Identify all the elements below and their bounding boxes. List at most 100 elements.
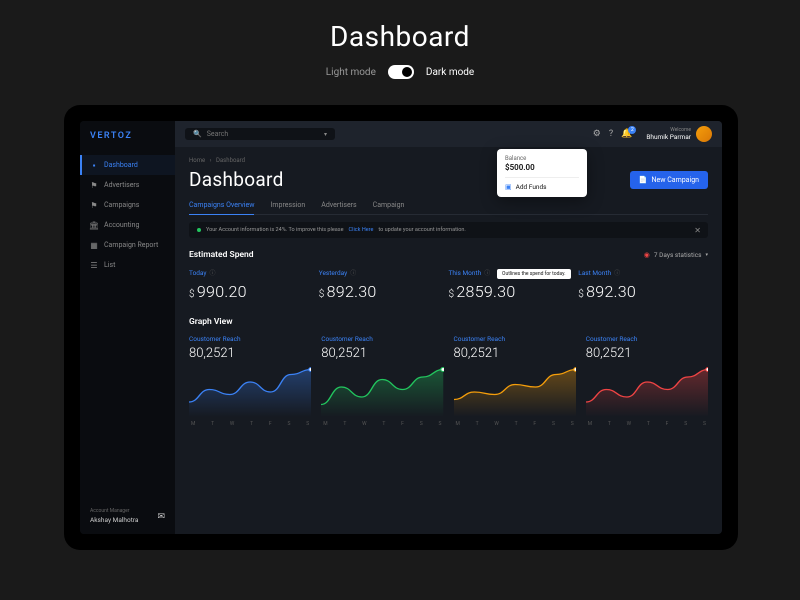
sparkline-chart — [321, 367, 443, 417]
day-label: M — [323, 421, 327, 427]
day-label: T — [476, 421, 479, 427]
page-title: Dashboard — [189, 168, 284, 191]
day-label: F — [269, 421, 272, 427]
sidebar-item-campaigns[interactable]: ⚑Campaigns — [80, 195, 175, 215]
user-menu[interactable]: Welcome Bhumik Parmar — [646, 126, 712, 142]
close-icon[interactable]: ✕ — [694, 226, 701, 235]
breadcrumb-home[interactable]: Home — [189, 157, 205, 164]
sidebar-item-accounting[interactable]: 🏛Accounting — [80, 215, 175, 235]
light-mode-label: Light mode — [326, 67, 376, 78]
banner-text-post: to update your account information. — [378, 227, 465, 233]
graph-column: Coustomer Reach80,2521MTWTFSS — [586, 335, 708, 427]
breadcrumb: Home › Dashboard — [189, 157, 708, 164]
sidebar-item-label: Campaigns — [104, 201, 139, 209]
tab-campaigns-overview[interactable]: Campaigns Overview — [189, 201, 254, 215]
sidebar-item-advertisers[interactable]: ⚑Advertisers — [80, 175, 175, 195]
search-input[interactable] — [207, 130, 319, 138]
tab-impression[interactable]: Impression — [270, 201, 305, 214]
day-label: W — [494, 421, 498, 427]
day-label: M — [191, 421, 195, 427]
spend-title: Estimated Spend — [189, 250, 254, 260]
sidebar-item-dashboard[interactable]: ▪ Dashboard — [80, 155, 175, 175]
avatar — [696, 126, 712, 142]
day-label: F — [401, 421, 404, 427]
day-label: W — [230, 421, 234, 427]
account-manager-name: Akshay Malhotra — [90, 516, 165, 524]
day-label: W — [362, 421, 366, 427]
graph-value: 80,2521 — [586, 346, 708, 361]
sidebar-item-label: Advertisers — [104, 181, 139, 189]
spend-column: Today ⓘ$990.20 — [189, 268, 319, 301]
day-label: T — [608, 421, 611, 427]
info-icon[interactable]: ⓘ — [614, 268, 620, 277]
day-label: S — [420, 421, 423, 427]
day-label: T — [343, 421, 346, 427]
dark-mode-label: Dark mode — [426, 67, 474, 78]
main-area: 🔍 ▾ ⚙ ? 🔔2 Welcome Bhumik Parmar Balance… — [175, 121, 722, 534]
day-label: S — [306, 421, 309, 427]
search-bar[interactable]: 🔍 ▾ — [185, 128, 335, 140]
plus-file-icon: 📄 — [639, 176, 648, 184]
graph-value: 80,2521 — [189, 346, 311, 361]
info-icon[interactable]: ⓘ — [350, 268, 356, 277]
spend-amount: $2859.30 — [449, 282, 579, 301]
graph-column: Coustomer Reach80,2521MTWTFSS — [454, 335, 576, 427]
help-icon[interactable]: ? — [609, 129, 613, 139]
spend-grid: Today ⓘ$990.20Yesterday ⓘ$892.30This Mon… — [189, 268, 708, 301]
graph-column: Coustomer Reach80,2521MTWTFSS — [189, 335, 311, 427]
info-banner: Your Account information is 24%. To impr… — [189, 222, 708, 238]
theme-toggle-row: Light mode Dark mode — [0, 65, 800, 79]
stats-range-label: 7 Days statistics — [654, 251, 702, 259]
graph-value: 80,2521 — [454, 346, 576, 361]
spend-amount: $892.30 — [319, 282, 449, 301]
notification-badge: 2 — [628, 126, 636, 134]
info-icon[interactable]: ⓘ — [210, 268, 216, 277]
chevron-right-icon: › — [210, 157, 212, 164]
day-label: T — [647, 421, 650, 427]
chevron-down-icon: ▾ — [324, 131, 327, 138]
nav-icon: ▪ — [90, 161, 98, 169]
spend-amount: $892.30 — [578, 282, 708, 301]
day-label: W — [627, 421, 631, 427]
nav-icon: ▦ — [90, 241, 98, 249]
status-dot-icon — [197, 228, 201, 232]
banner-link[interactable]: Click Here — [349, 227, 374, 233]
day-label: S — [552, 421, 555, 427]
day-label: T — [515, 421, 518, 427]
balance-amount: $500.00 — [505, 163, 579, 172]
sidebar-item-campaign-report[interactable]: ▦ Campaign Report — [80, 235, 175, 255]
page-heading: Dashboard — [0, 0, 800, 53]
graph-grid: Coustomer Reach80,2521MTWTFSSCoustomer R… — [189, 335, 708, 427]
sparkline-chart — [189, 367, 311, 417]
spend-period-label: Today ⓘ — [189, 268, 319, 277]
mail-icon[interactable]: ✉ — [157, 512, 165, 522]
day-label: S — [684, 421, 687, 427]
search-icon: 🔍 — [193, 130, 202, 138]
plus-card-icon: ▣ — [505, 183, 512, 191]
topbar: 🔍 ▾ ⚙ ? 🔔2 Welcome Bhumik Parmar — [175, 121, 722, 147]
days-axis: MTWTFSS — [321, 421, 443, 427]
sidebar-nav: ▪ Dashboard ⚑Advertisers⚑Campaigns🏛Account… — [80, 155, 175, 498]
tab-campaign[interactable]: Campaign — [373, 201, 405, 214]
day-label: S — [703, 421, 706, 427]
gear-icon[interactable]: ⚙ — [593, 129, 601, 139]
theme-toggle[interactable] — [388, 65, 414, 79]
add-funds-button[interactable]: ▣ Add Funds — [505, 183, 579, 191]
app-window: VERTOZ ▪ Dashboard ⚑Advertisers⚑Campaigns🏛… — [80, 121, 722, 534]
account-manager-label: Account Manager — [90, 508, 165, 514]
sidebar-item-label: Campaign Report — [104, 241, 158, 249]
bell-icon[interactable]: 🔔2 — [621, 129, 632, 139]
sidebar-footer: Account Manager Akshay Malhotra ✉ — [80, 498, 175, 534]
brand-logo[interactable]: VERTOZ — [80, 121, 175, 155]
nav-icon: ☰ — [90, 261, 98, 269]
day-label: S — [438, 421, 441, 427]
sidebar-item-label: Dashboard — [104, 161, 138, 169]
sidebar-item-list[interactable]: ☰List — [80, 255, 175, 275]
tab-advertisers[interactable]: Advertisers — [321, 201, 356, 214]
new-campaign-button[interactable]: 📄 New Campaign — [630, 171, 708, 189]
day-label: M — [588, 421, 592, 427]
stats-range-selector[interactable]: ◉ 7 Days statistics ▾ — [644, 251, 708, 259]
day-label: F — [666, 421, 669, 427]
sidebar: VERTOZ ▪ Dashboard ⚑Advertisers⚑Campaigns🏛… — [80, 121, 175, 534]
info-icon[interactable]: ⓘ — [484, 268, 490, 277]
